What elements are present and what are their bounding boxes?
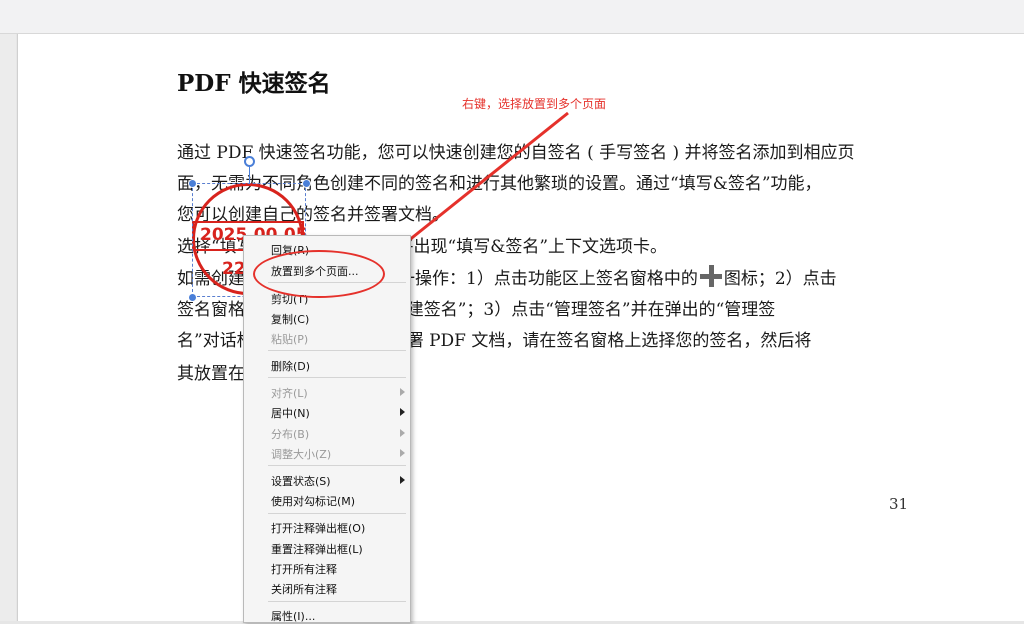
menu-separator [268,377,406,378]
submenu-arrow-icon [400,449,405,457]
submenu-arrow-icon [400,388,405,396]
submenu-arrow-icon [400,429,405,437]
submenu-arrow-icon [400,476,405,484]
menu-item-close-all-comments[interactable]: 关闭所有注释 [271,581,337,597]
menu-item-open-all-comments[interactable]: 打开所有注释 [271,561,337,577]
menu-separator [268,601,406,602]
menu-item-properties[interactable]: 属性(I)... [271,608,315,624]
menu-item-reset-popup[interactable]: 重置注释弹出框(L) [271,541,363,557]
menu-item-paste[interactable]: 粘贴(P) [271,331,308,347]
menu-item-distribute[interactable]: 分布(B) [271,426,309,442]
menu-separator [268,350,406,351]
menu-item-copy[interactable]: 复制(C) [271,311,309,327]
menu-item-delete[interactable]: 删除(D) [271,358,310,374]
highlight-ellipse [253,250,385,298]
menu-item-set-status[interactable]: 设置状态(S) [271,473,331,489]
submenu-arrow-icon [400,408,405,416]
annotation-arrow [383,111,569,262]
menu-separator [268,465,406,466]
menu-item-align[interactable]: 对齐(L) [271,385,308,401]
menu-item-resize[interactable]: 调整大小(Z) [271,446,331,462]
menu-item-center[interactable]: 居中(N) [271,405,310,421]
menu-separator [268,513,406,514]
menu-item-open-popup[interactable]: 打开注释弹出框(O) [271,520,365,536]
menu-item-checkmark[interactable]: 使用对勾标记(M) [271,493,355,509]
